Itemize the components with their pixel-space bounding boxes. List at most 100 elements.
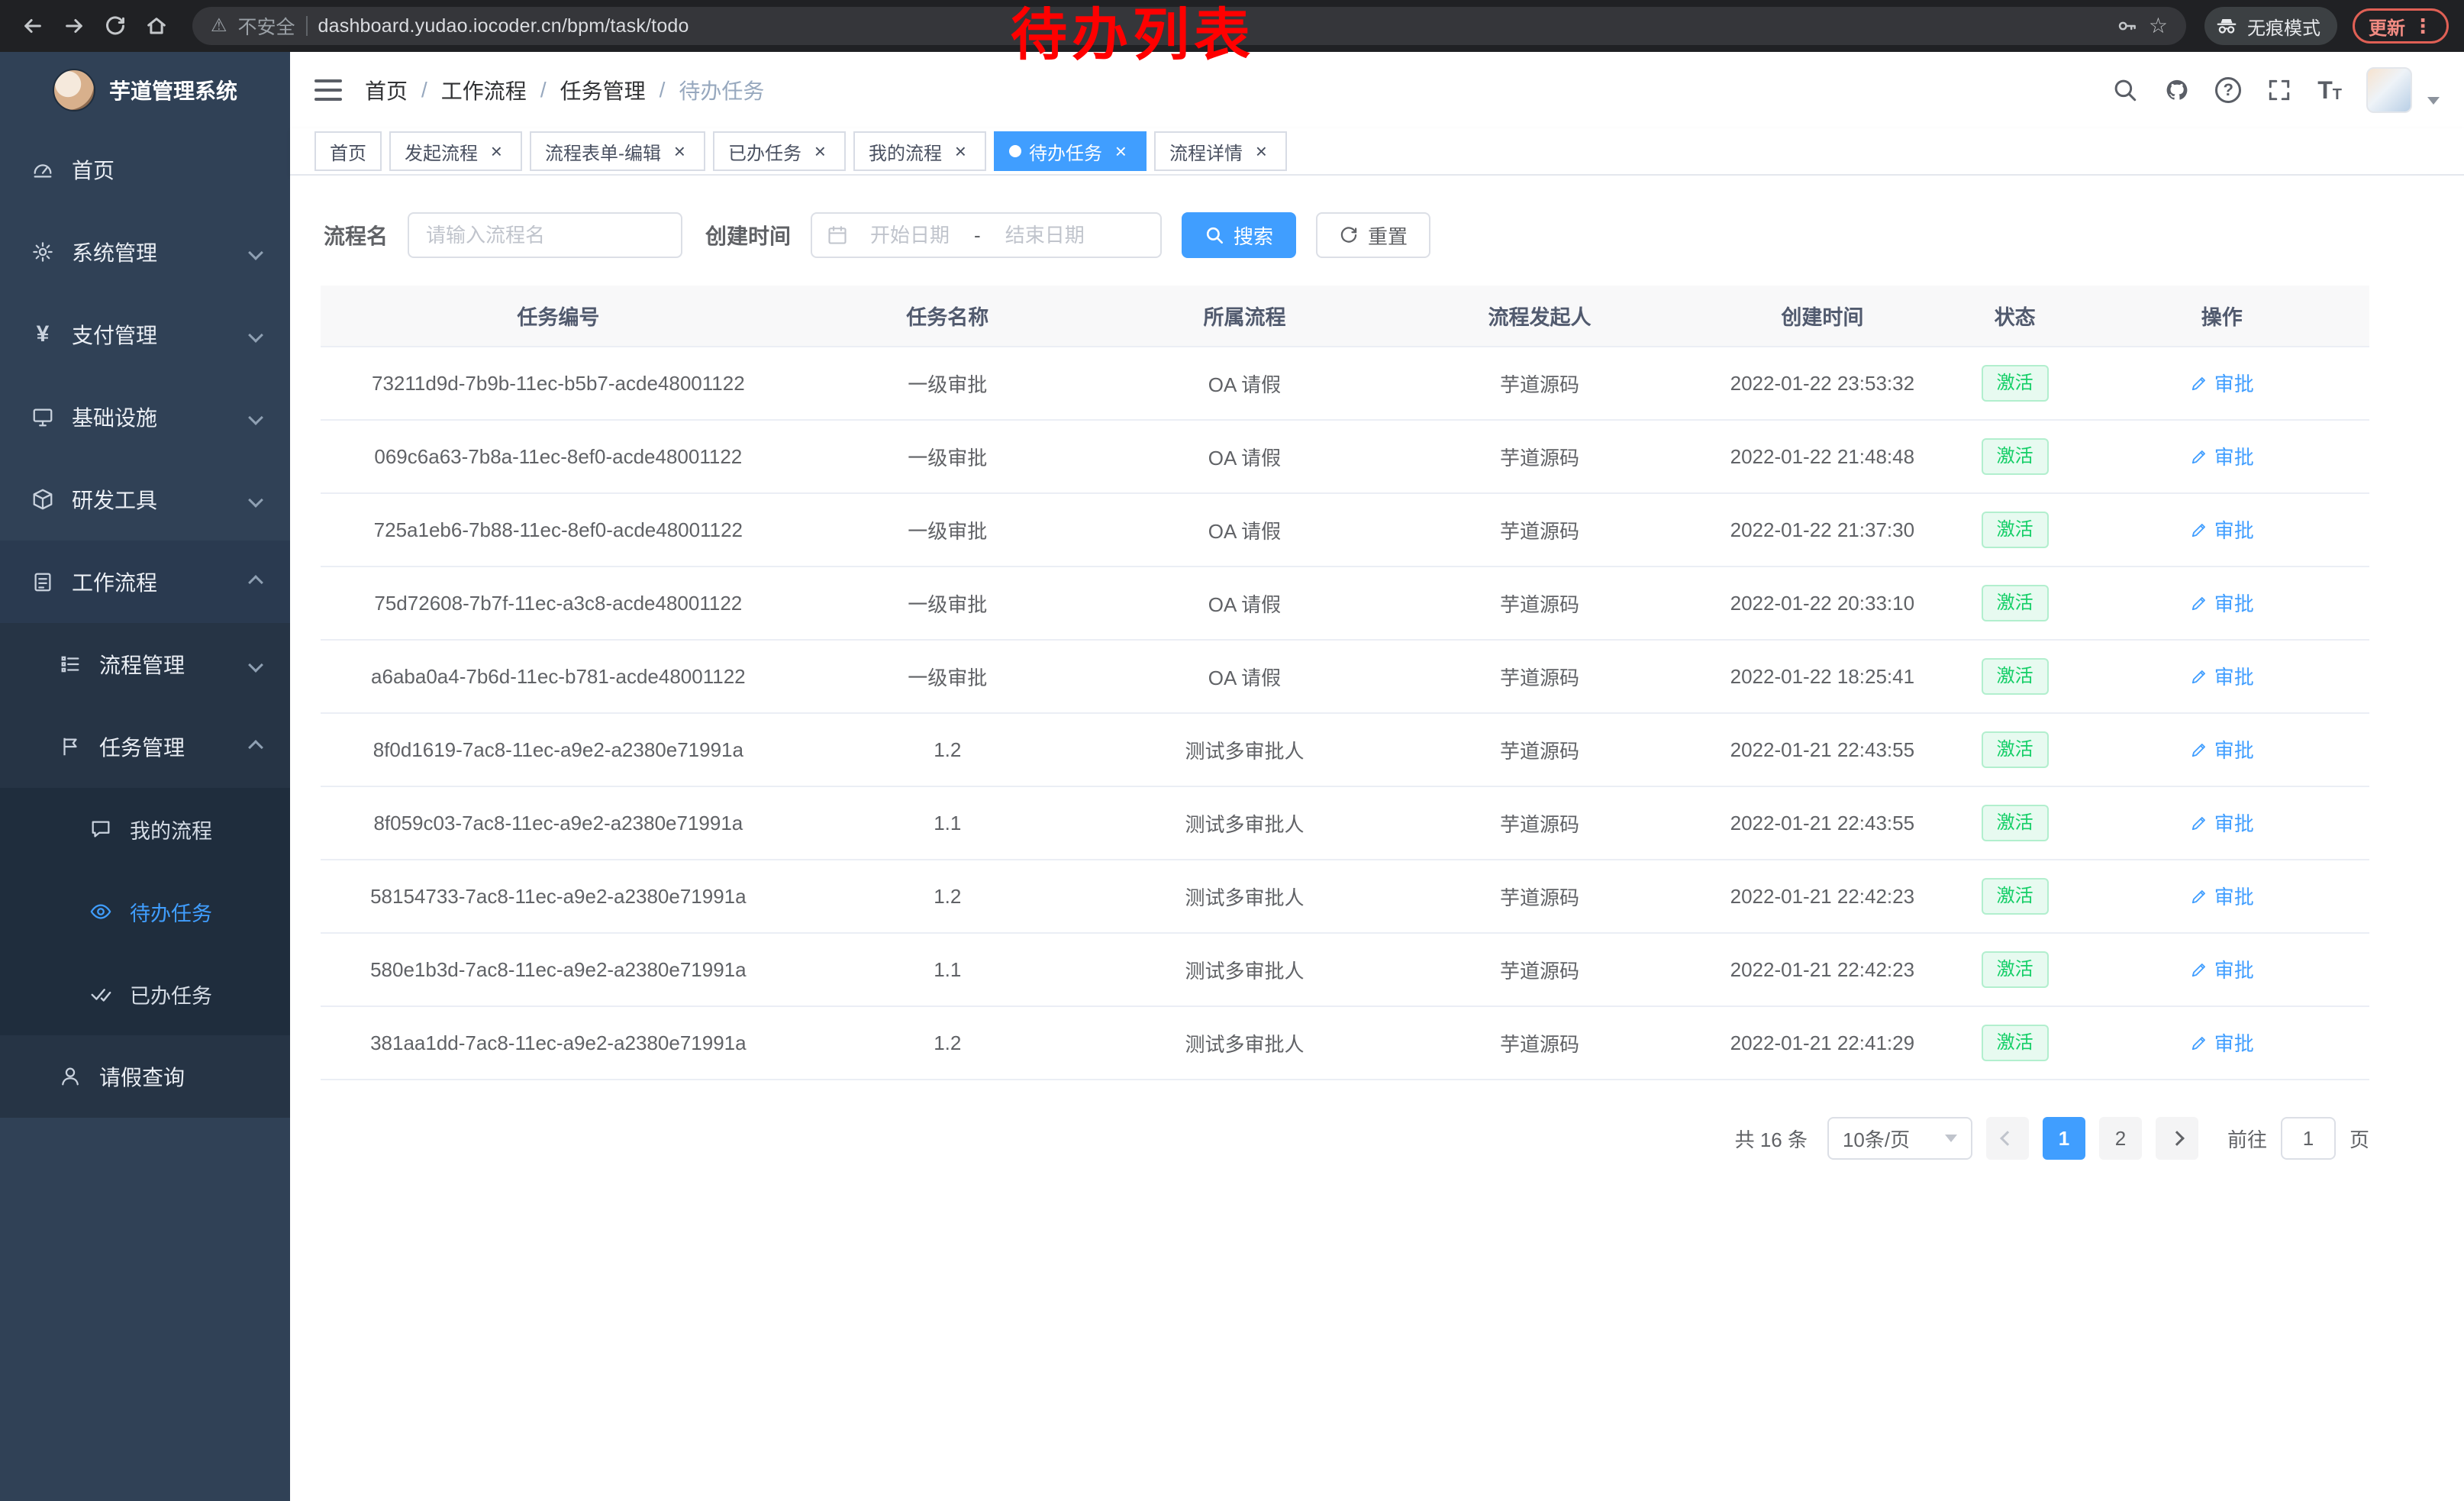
edit-pencil-icon: [2190, 741, 2208, 759]
initiator-cell: 芋道源码: [1390, 786, 1689, 860]
back-button[interactable]: [15, 8, 50, 44]
font-size-icon[interactable]: TT: [2317, 78, 2342, 102]
table-row: 8f059c03-7ac8-11ec-a9e2-a2380e71991a 1.1…: [321, 786, 2369, 860]
sidebar: 芋道管理系统 首页 系统管理 ¥ 支付管理: [0, 52, 290, 1501]
actions-cell: 审批: [2074, 860, 2369, 933]
search-button[interactable]: 搜索: [1182, 212, 1296, 258]
tab[interactable]: 流程详情 ×: [1154, 131, 1287, 171]
approve-link[interactable]: 审批: [2190, 515, 2254, 544]
browser-menu-icon[interactable]: ⋮: [2413, 16, 2433, 36]
task-id-cell: 73211d9d-7b9b-11ec-b5b7-acde48001122: [321, 347, 796, 420]
start-date-input[interactable]: [852, 224, 968, 247]
bookmark-star-icon[interactable]: ☆: [2149, 15, 2168, 37]
sidebar-item-my-process[interactable]: 我的流程: [0, 788, 290, 870]
home-button[interactable]: [139, 8, 174, 44]
search-icon[interactable]: [2111, 76, 2139, 104]
breadcrumb-workflow[interactable]: 工作流程: [441, 75, 527, 105]
status-cell: 激活: [1956, 640, 2075, 713]
todo-tasks-table: 任务编号 任务名称 所属流程 流程发起人 创建时间 状态 操作: [321, 286, 2369, 1080]
sidebar-item-todo-tasks[interactable]: 待办任务: [0, 870, 290, 953]
sidebar-item-label: 首页: [72, 154, 114, 185]
tab[interactable]: 流程表单-编辑 ×: [530, 131, 705, 171]
github-icon[interactable]: [2163, 76, 2191, 104]
page-number-button[interactable]: 1: [2043, 1117, 2085, 1160]
table-header-row: 任务编号 任务名称 所属流程 流程发起人 创建时间 状态 操作: [321, 286, 2369, 347]
sidebar-item-infrastructure[interactable]: 基础设施: [0, 376, 290, 458]
approve-link[interactable]: 审批: [2190, 955, 2254, 983]
avatar[interactable]: [2366, 67, 2412, 113]
task-name-cell: 1.2: [796, 860, 1099, 933]
update-button[interactable]: 更新 ⋮: [2353, 8, 2449, 44]
actions-cell: 审批: [2074, 933, 2369, 1006]
initiator-cell: 芋道源码: [1390, 347, 1689, 420]
password-key-icon[interactable]: [2117, 15, 2138, 37]
sidebar-item-dev-tools[interactable]: 研发工具: [0, 458, 290, 541]
approve-link[interactable]: 审批: [2190, 735, 2254, 763]
tab[interactable]: 首页: [314, 131, 382, 171]
tab[interactable]: 已办任务 ×: [713, 131, 846, 171]
approve-link[interactable]: 审批: [2190, 662, 2254, 690]
created-cell: 2022-01-22 20:33:10: [1689, 567, 1956, 640]
sidebar-item-home[interactable]: 首页: [0, 128, 290, 211]
sidebar-item-task-mgmt[interactable]: 任务管理: [0, 705, 290, 788]
approve-link[interactable]: 审批: [2190, 589, 2254, 617]
process-name-label: 流程名: [324, 220, 388, 250]
process-list-icon: [58, 652, 82, 676]
fullscreen-icon[interactable]: [2266, 76, 2293, 104]
actions-cell: 审批: [2074, 786, 2369, 860]
approve-link[interactable]: 审批: [2190, 442, 2254, 470]
tab[interactable]: 发起流程 ×: [389, 131, 522, 171]
page-number-button[interactable]: 2: [2099, 1117, 2142, 1160]
tab-close-icon[interactable]: ×: [1110, 140, 1131, 162]
tab-label: 首页: [330, 138, 366, 165]
tab-close-icon[interactable]: ×: [485, 140, 507, 162]
end-date-input[interactable]: [987, 224, 1103, 247]
help-icon[interactable]: ?: [2215, 77, 2241, 103]
sidebar-item-label: 支付管理: [72, 319, 157, 350]
tab[interactable]: 我的流程 ×: [853, 131, 986, 171]
created-cell: 2022-01-21 22:42:23: [1689, 933, 1956, 1006]
tab[interactable]: 待办任务 ×: [994, 131, 1147, 171]
next-page-button[interactable]: [2156, 1117, 2198, 1160]
calendar-icon: [826, 224, 849, 247]
sidebar-collapse-icon[interactable]: [314, 79, 342, 101]
task-id-cell: 725a1eb6-7b88-11ec-8ef0-acde48001122: [321, 493, 796, 567]
tab-close-icon[interactable]: ×: [809, 140, 830, 162]
task-name-cell: 一级审批: [796, 640, 1099, 713]
actions-cell: 审批: [2074, 567, 2369, 640]
sidebar-item-system-mgmt[interactable]: 系统管理: [0, 211, 290, 293]
app-logo[interactable]: 芋道管理系统: [0, 52, 290, 128]
approve-link[interactable]: 审批: [2190, 1028, 2254, 1057]
top-navbar: 首页 / 工作流程 / 任务管理 / 待办任务 ? TT: [290, 52, 2464, 128]
incognito-icon: [2215, 15, 2238, 37]
process-cell: 测试多审批人: [1099, 1006, 1390, 1080]
sidebar-item-payment-mgmt[interactable]: ¥ 支付管理: [0, 293, 290, 376]
tab-close-icon[interactable]: ×: [1250, 140, 1272, 162]
prev-page-button[interactable]: [1986, 1117, 2029, 1160]
sidebar-item-leave-query[interactable]: 请假查询: [0, 1035, 290, 1118]
created-cell: 2022-01-22 21:37:30: [1689, 493, 1956, 567]
forward-button[interactable]: [56, 8, 92, 44]
column-header-initiator: 流程发起人: [1390, 286, 1689, 347]
page-size-select[interactable]: 10条/页: [1827, 1117, 1972, 1160]
refresh-button[interactable]: [98, 8, 133, 44]
column-header-process: 所属流程: [1099, 286, 1390, 347]
sidebar-item-workflow[interactable]: 工作流程: [0, 541, 290, 623]
approve-link[interactable]: 审批: [2190, 369, 2254, 397]
table-row: 58154733-7ac8-11ec-a9e2-a2380e71991a 1.2…: [321, 860, 2369, 933]
tab-close-icon[interactable]: ×: [950, 140, 971, 162]
breadcrumb-task-mgmt[interactable]: 任务管理: [560, 75, 646, 105]
incognito-badge[interactable]: 无痕模式: [2204, 7, 2337, 45]
approve-link[interactable]: 审批: [2190, 809, 2254, 837]
tab-close-icon[interactable]: ×: [669, 140, 690, 162]
approve-link[interactable]: 审批: [2190, 882, 2254, 910]
sidebar-item-done-tasks[interactable]: 已办任务: [0, 953, 290, 1035]
date-range-picker[interactable]: -: [811, 212, 1162, 258]
sidebar-item-process-mgmt[interactable]: 流程管理: [0, 623, 290, 705]
breadcrumb-home[interactable]: 首页: [365, 75, 408, 105]
address-bar[interactable]: ⚠ 不安全 dashboard.yudao.iocoder.cn/bpm/tas…: [192, 7, 2186, 45]
status-badge: 激活: [1982, 512, 2049, 548]
process-name-input[interactable]: [408, 212, 682, 258]
reset-button[interactable]: 重置: [1316, 212, 1430, 258]
goto-page-input[interactable]: [2281, 1117, 2336, 1160]
